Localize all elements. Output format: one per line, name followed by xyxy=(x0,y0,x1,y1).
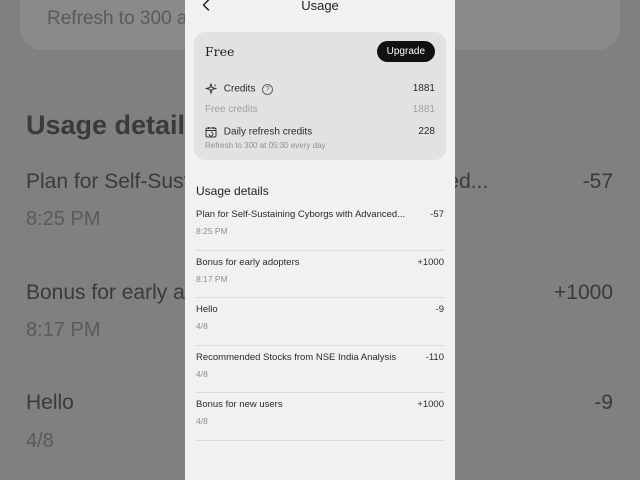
list-item[interactable]: Recommended Stocks from NSE India Analys… xyxy=(196,346,444,394)
refresh-note: Refresh to 300 at 05:30 every day xyxy=(205,141,326,150)
usage-item-time: 4/8 xyxy=(196,416,208,427)
sparkle-icon xyxy=(205,83,217,95)
list-item[interactable]: Bonus for early adopters +1000 8:17 PM xyxy=(196,251,444,299)
background-heading: Usage details xyxy=(26,110,201,140)
background-row-title: Hello xyxy=(26,391,74,414)
usage-item-title: Hello xyxy=(196,304,218,316)
plan-card: Free Upgrade Credits ? 1881 Free credits… xyxy=(194,32,446,160)
list-item[interactable]: Plan for Self-Sustaining Cyborgs with Ad… xyxy=(196,203,444,251)
daily-refresh-value: 228 xyxy=(418,126,435,137)
usage-item-time: 8:25 PM xyxy=(196,226,228,236)
upgrade-button[interactable]: Upgrade xyxy=(376,41,435,62)
usage-item-time: 8:17 PM xyxy=(196,273,228,284)
usage-item-title: Recommended Stocks from NSE India Analys… xyxy=(196,351,397,363)
top-nav: Usage xyxy=(185,0,455,14)
usage-item-title: Bonus for new users xyxy=(196,399,283,411)
background-row-time: 8:17 PM xyxy=(26,319,101,341)
plan-name: Free xyxy=(205,44,235,59)
usage-item-title: Plan for Self-Sustaining Cyborgs with Ad… xyxy=(196,209,406,220)
list-item[interactable]: Hello -9 4/8 xyxy=(196,298,444,346)
usage-list: Plan for Self-Sustaining Cyborgs with Ad… xyxy=(196,203,444,441)
usage-item-amount: -110 xyxy=(425,351,444,363)
usage-item-title: Bonus for early adopters xyxy=(196,256,300,268)
list-item[interactable]: Bonus for new users +1000 4/8 xyxy=(196,393,444,441)
calendar-refresh-icon xyxy=(205,127,217,138)
daily-refresh-label: Daily refresh credits xyxy=(223,126,313,138)
usage-item-time: 4/8 xyxy=(196,368,208,379)
credits-label: Credits xyxy=(223,83,256,95)
free-credits-value: 1881 xyxy=(412,104,435,115)
usage-item-amount: -57 xyxy=(430,209,444,220)
usage-screen: Usage Free Upgrade Credits ? 1881 Free c… xyxy=(185,0,455,480)
page-title: Usage xyxy=(301,0,339,13)
background-row-amount: +1000 xyxy=(554,281,613,304)
credits-value: 1881 xyxy=(412,83,435,94)
help-icon[interactable]: ? xyxy=(262,83,274,95)
background-row-time: 4/8 xyxy=(26,430,54,452)
usage-item-amount: +1000 xyxy=(417,256,444,268)
usage-item-time: 4/8 xyxy=(196,321,208,332)
usage-item-amount: -9 xyxy=(435,304,444,316)
usage-details-title: Usage details xyxy=(196,184,269,198)
background-row-amount: -9 xyxy=(594,391,613,414)
background-row-amount: -57 xyxy=(582,170,613,193)
usage-item-amount: +1000 xyxy=(417,399,444,411)
background-row-time: 8:25 PM xyxy=(26,208,101,230)
free-credits-label: Free credits xyxy=(205,104,258,115)
